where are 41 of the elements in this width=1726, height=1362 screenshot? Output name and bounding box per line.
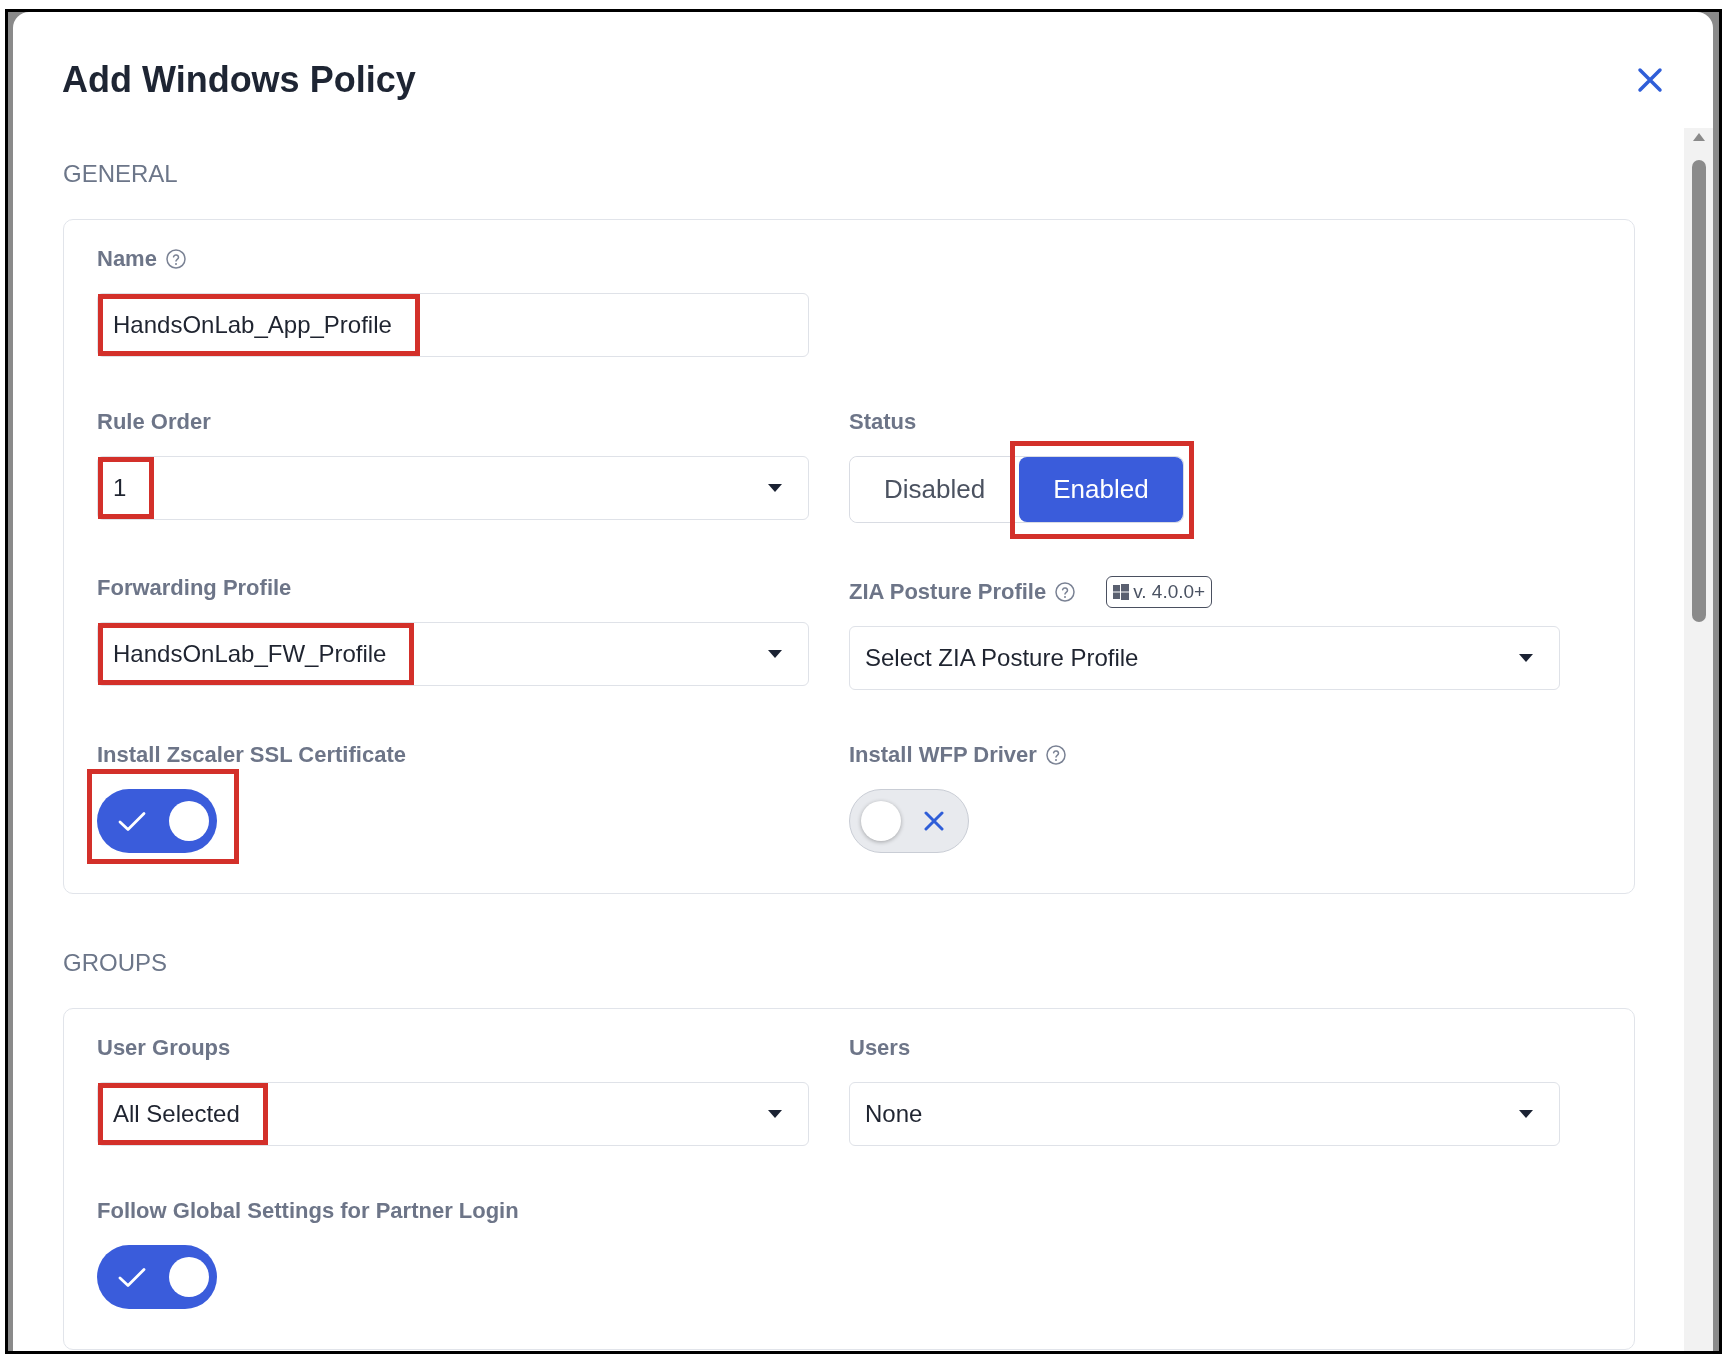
section-heading: GROUPS — [63, 949, 168, 977]
check-icon — [118, 1266, 146, 1288]
field-label: Status — [849, 410, 917, 434]
caret-down-icon — [768, 1110, 782, 1118]
dropdown[interactable]: HandsOnLab_FW_Profile — [97, 622, 809, 686]
caret-down-icon — [768, 650, 782, 658]
four-squares-icon — [1113, 584, 1130, 600]
section-heading: GENERAL — [63, 160, 179, 188]
caret-down-icon — [768, 484, 782, 492]
field-label: Install Zscaler SSL Certificate — [97, 743, 406, 767]
field-label: Forwarding Profile — [97, 576, 292, 600]
field-label: Rule Order — [97, 410, 211, 434]
toggle-knob — [861, 801, 901, 841]
close-button[interactable] — [1637, 67, 1663, 93]
close-icon — [1637, 67, 1663, 93]
toggle-knob — [169, 1257, 209, 1297]
dropdown[interactable]: All Selected — [97, 1082, 809, 1146]
dialog-title: Add Windows Policy — [62, 58, 416, 102]
help-icon[interactable] — [1045, 745, 1066, 765]
field-label: Follow Global Settings for Partner Login — [97, 1199, 519, 1223]
text-input[interactable]: HandsOnLab_App_Profile — [97, 293, 809, 357]
version-label: v. 4.0.0+ — [1133, 581, 1206, 603]
toggle-knob — [169, 801, 209, 841]
field-label: Name — [97, 247, 157, 271]
help-icon[interactable] — [165, 249, 186, 269]
help-icon[interactable] — [1055, 582, 1076, 602]
scrollbar-thumb[interactable] — [1691, 160, 1706, 622]
field-label: Install WFP Driver — [849, 743, 1037, 767]
scrollbar-track[interactable] — [1684, 128, 1713, 1351]
field-label: User Groups — [97, 1036, 231, 1060]
dropdown[interactable]: None — [849, 1082, 1560, 1146]
cross-icon — [924, 811, 944, 831]
caret-down-icon — [1519, 654, 1533, 662]
field-label: Users — [849, 1036, 911, 1060]
check-icon — [118, 810, 146, 832]
caret-down-icon — [1519, 1110, 1533, 1118]
scroll-up-icon[interactable] — [1692, 133, 1705, 141]
field-label: ZIA Posture Profile — [849, 580, 1047, 604]
dropdown[interactable]: Select ZIA Posture Profile — [849, 626, 1560, 690]
dropdown[interactable]: 1 — [97, 456, 809, 520]
segment-button[interactable]: Enabled — [1019, 457, 1183, 522]
